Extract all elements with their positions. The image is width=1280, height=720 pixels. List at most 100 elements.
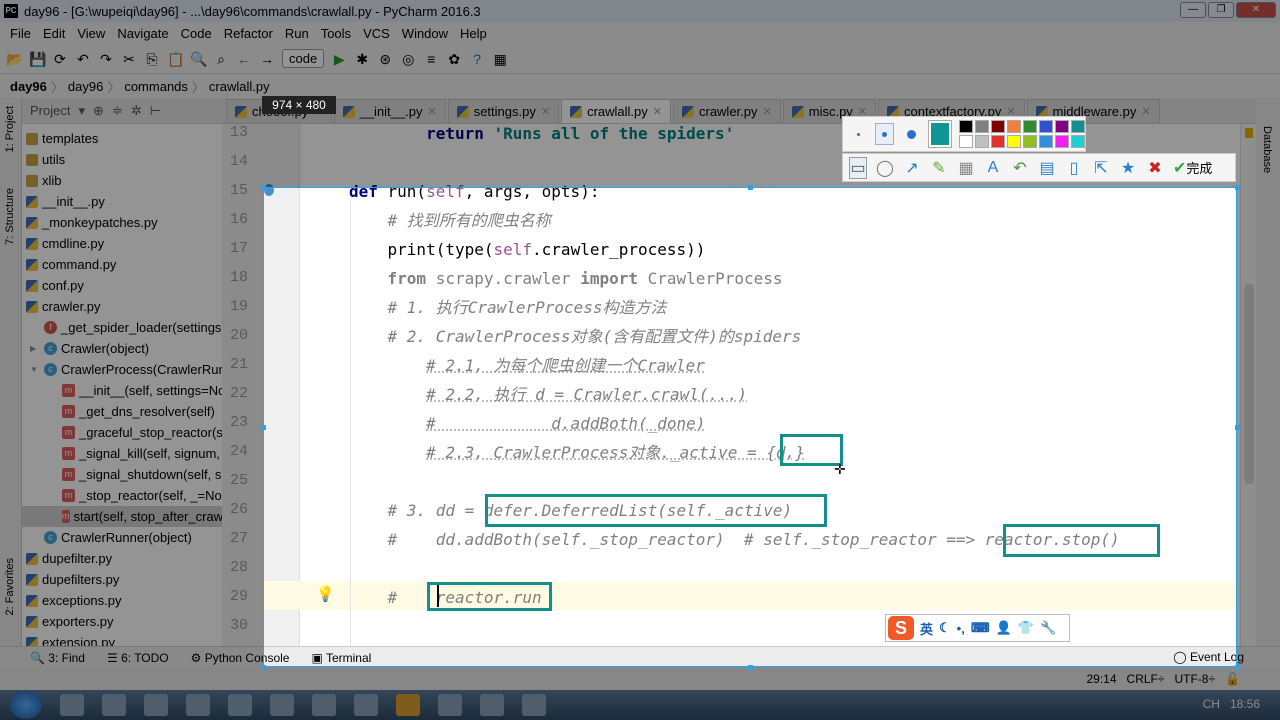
sync-icon[interactable]: ⟳: [52, 51, 68, 67]
save-icon[interactable]: ▤: [1038, 158, 1056, 178]
tree-item[interactable]: ▼ c CrawlerProcess(CrawlerRunner): [30, 359, 222, 380]
menu-file[interactable]: File: [4, 26, 37, 41]
minimize-button[interactable]: —: [1180, 2, 1206, 18]
terminal-button[interactable]: ▣ Terminal: [311, 651, 371, 665]
color-swatch[interactable]: [1071, 120, 1086, 133]
save-icon[interactable]: 💾: [29, 51, 46, 67]
color-swatch[interactable]: [959, 135, 974, 148]
close-tab-icon[interactable]: ✕: [1141, 105, 1150, 118]
dropdown-icon[interactable]: ▾: [78, 103, 85, 119]
run-config-selector[interactable]: code: [282, 49, 325, 68]
tree-item[interactable]: m _graceful_stop_reactor(self): [62, 422, 222, 443]
run-icon[interactable]: ▶: [331, 51, 347, 67]
menu-refactor[interactable]: Refactor: [218, 26, 279, 41]
tree-item[interactable]: utils: [26, 149, 65, 170]
pen-size-large[interactable]: [902, 123, 920, 145]
project-tool-button[interactable]: 1: Project: [4, 106, 16, 152]
close-tab-icon[interactable]: ✕: [653, 105, 662, 118]
color-swatch[interactable]: [1055, 120, 1070, 133]
text-icon[interactable]: A: [984, 159, 1002, 177]
color-swatch[interactable]: [975, 135, 990, 148]
taskbar-app[interactable]: [396, 694, 420, 716]
done-button[interactable]: ✔完成: [1173, 158, 1212, 178]
breadcrumb-item[interactable]: day96: [68, 79, 103, 94]
tree-item[interactable]: exceptions.py: [26, 590, 122, 611]
start-button[interactable]: [10, 691, 42, 719]
taskbar-app[interactable]: [270, 694, 294, 716]
back-icon[interactable]: ←: [236, 51, 252, 67]
hide-icon[interactable]: ⊢: [150, 103, 161, 119]
tree-item[interactable]: ▶ c Crawler(object): [30, 338, 149, 359]
resize-handle[interactable]: [748, 185, 753, 190]
replace-icon[interactable]: ⌕: [213, 51, 229, 67]
taskbar-app[interactable]: [144, 694, 168, 716]
moon-icon[interactable]: ☾: [939, 620, 951, 636]
collapse-icon[interactable]: ≑: [112, 103, 123, 119]
caret-position[interactable]: 29:14: [1087, 672, 1117, 686]
highlight-box-reactor-stop[interactable]: [1003, 524, 1160, 557]
resize-handle[interactable]: [261, 665, 266, 670]
color-swatch[interactable]: [1023, 135, 1038, 148]
menu-window[interactable]: Window: [396, 26, 454, 41]
tree-item[interactable]: extension.py: [26, 632, 115, 646]
menu-help[interactable]: Help: [454, 26, 493, 41]
tree-item[interactable]: dupefilters.py: [26, 569, 119, 590]
breadcrumb-item[interactable]: commands: [124, 79, 188, 94]
menu-navigate[interactable]: Navigate: [111, 26, 174, 41]
keyboard-icon[interactable]: ⌨: [971, 620, 990, 636]
close-tab-icon[interactable]: ✕: [541, 105, 550, 118]
lightbulb-icon[interactable]: 💡: [316, 585, 335, 603]
expand-arrow-icon[interactable]: ▼: [30, 359, 38, 380]
lock-icon[interactable]: 🔓: [1225, 672, 1240, 686]
tree-item[interactable]: dupefilter.py: [26, 548, 112, 569]
help-icon[interactable]: ?: [469, 51, 485, 67]
cut-icon[interactable]: ✂: [121, 51, 137, 67]
coverage-icon[interactable]: ⊛: [377, 51, 393, 67]
explorer-taskbar-app[interactable]: [522, 694, 546, 716]
color-swatch[interactable]: [1007, 135, 1022, 148]
punctuation-icon[interactable]: •,: [957, 621, 965, 636]
pycharm-taskbar-app[interactable]: [480, 694, 504, 716]
menu-view[interactable]: View: [71, 26, 111, 41]
tree-item[interactable]: m _signal_kill(self, signum, _): [62, 443, 222, 464]
menu-edit[interactable]: Edit: [37, 26, 71, 41]
tree-item[interactable]: m _stop_reactor(self, _=None): [62, 485, 222, 506]
mosaic-icon[interactable]: ▦: [957, 158, 975, 178]
tree-item[interactable]: c CrawlerRunner(object): [44, 527, 192, 548]
favorites-tool-button[interactable]: 2: Favorites: [4, 558, 16, 615]
breadcrumb-item[interactable]: crawlall.py: [209, 79, 270, 94]
resize-handle[interactable]: [1235, 185, 1240, 190]
tree-item[interactable]: xlib: [26, 170, 62, 191]
color-swatch[interactable]: [1023, 120, 1038, 133]
line-separator[interactable]: CRLF÷: [1127, 672, 1165, 686]
pen-size-small[interactable]: [849, 123, 867, 145]
chrome-taskbar-app[interactable]: [228, 694, 252, 716]
tree-item[interactable]: cmdline.py: [26, 233, 104, 254]
gear-icon[interactable]: ✲: [131, 103, 142, 119]
color-swatch[interactable]: [959, 120, 974, 133]
expand-arrow-icon[interactable]: ▶: [30, 338, 36, 359]
close-button[interactable]: ✕: [1236, 2, 1276, 18]
event-log-button[interactable]: ◯ Event Log: [1173, 650, 1244, 664]
structure-tool-button[interactable]: 7: Structure: [4, 188, 16, 245]
project-view-selector[interactable]: Project: [30, 103, 70, 118]
taskbar-app[interactable]: [60, 694, 84, 716]
taskbar-app[interactable]: [102, 694, 126, 716]
brush-icon[interactable]: ✎: [930, 158, 948, 178]
close-tab-icon[interactable]: ✕: [427, 105, 436, 118]
ime-language-toggle[interactable]: 英: [920, 619, 933, 638]
profile-icon[interactable]: ◎: [400, 51, 416, 67]
python-console-button[interactable]: ⚙ Python Console: [191, 651, 290, 665]
tree-item[interactable]: mstart(self, stop_after_crawl=True): [22, 506, 222, 527]
find-tool-button[interactable]: 🔍 3: Find: [30, 651, 85, 665]
scrollbar-thumb[interactable]: [1244, 284, 1254, 484]
undo-icon[interactable]: ↶: [75, 51, 91, 67]
debug-icon[interactable]: ✱: [354, 51, 370, 67]
color-swatch[interactable]: [991, 120, 1006, 133]
skin-icon[interactable]: 👕: [1018, 620, 1034, 636]
taskbar-app[interactable]: [186, 694, 210, 716]
menu-tools[interactable]: Tools: [315, 26, 357, 41]
taskbar-app[interactable]: [354, 694, 378, 716]
language-indicator[interactable]: CH: [1203, 697, 1220, 711]
tree-item[interactable]: conf.py: [26, 275, 84, 296]
